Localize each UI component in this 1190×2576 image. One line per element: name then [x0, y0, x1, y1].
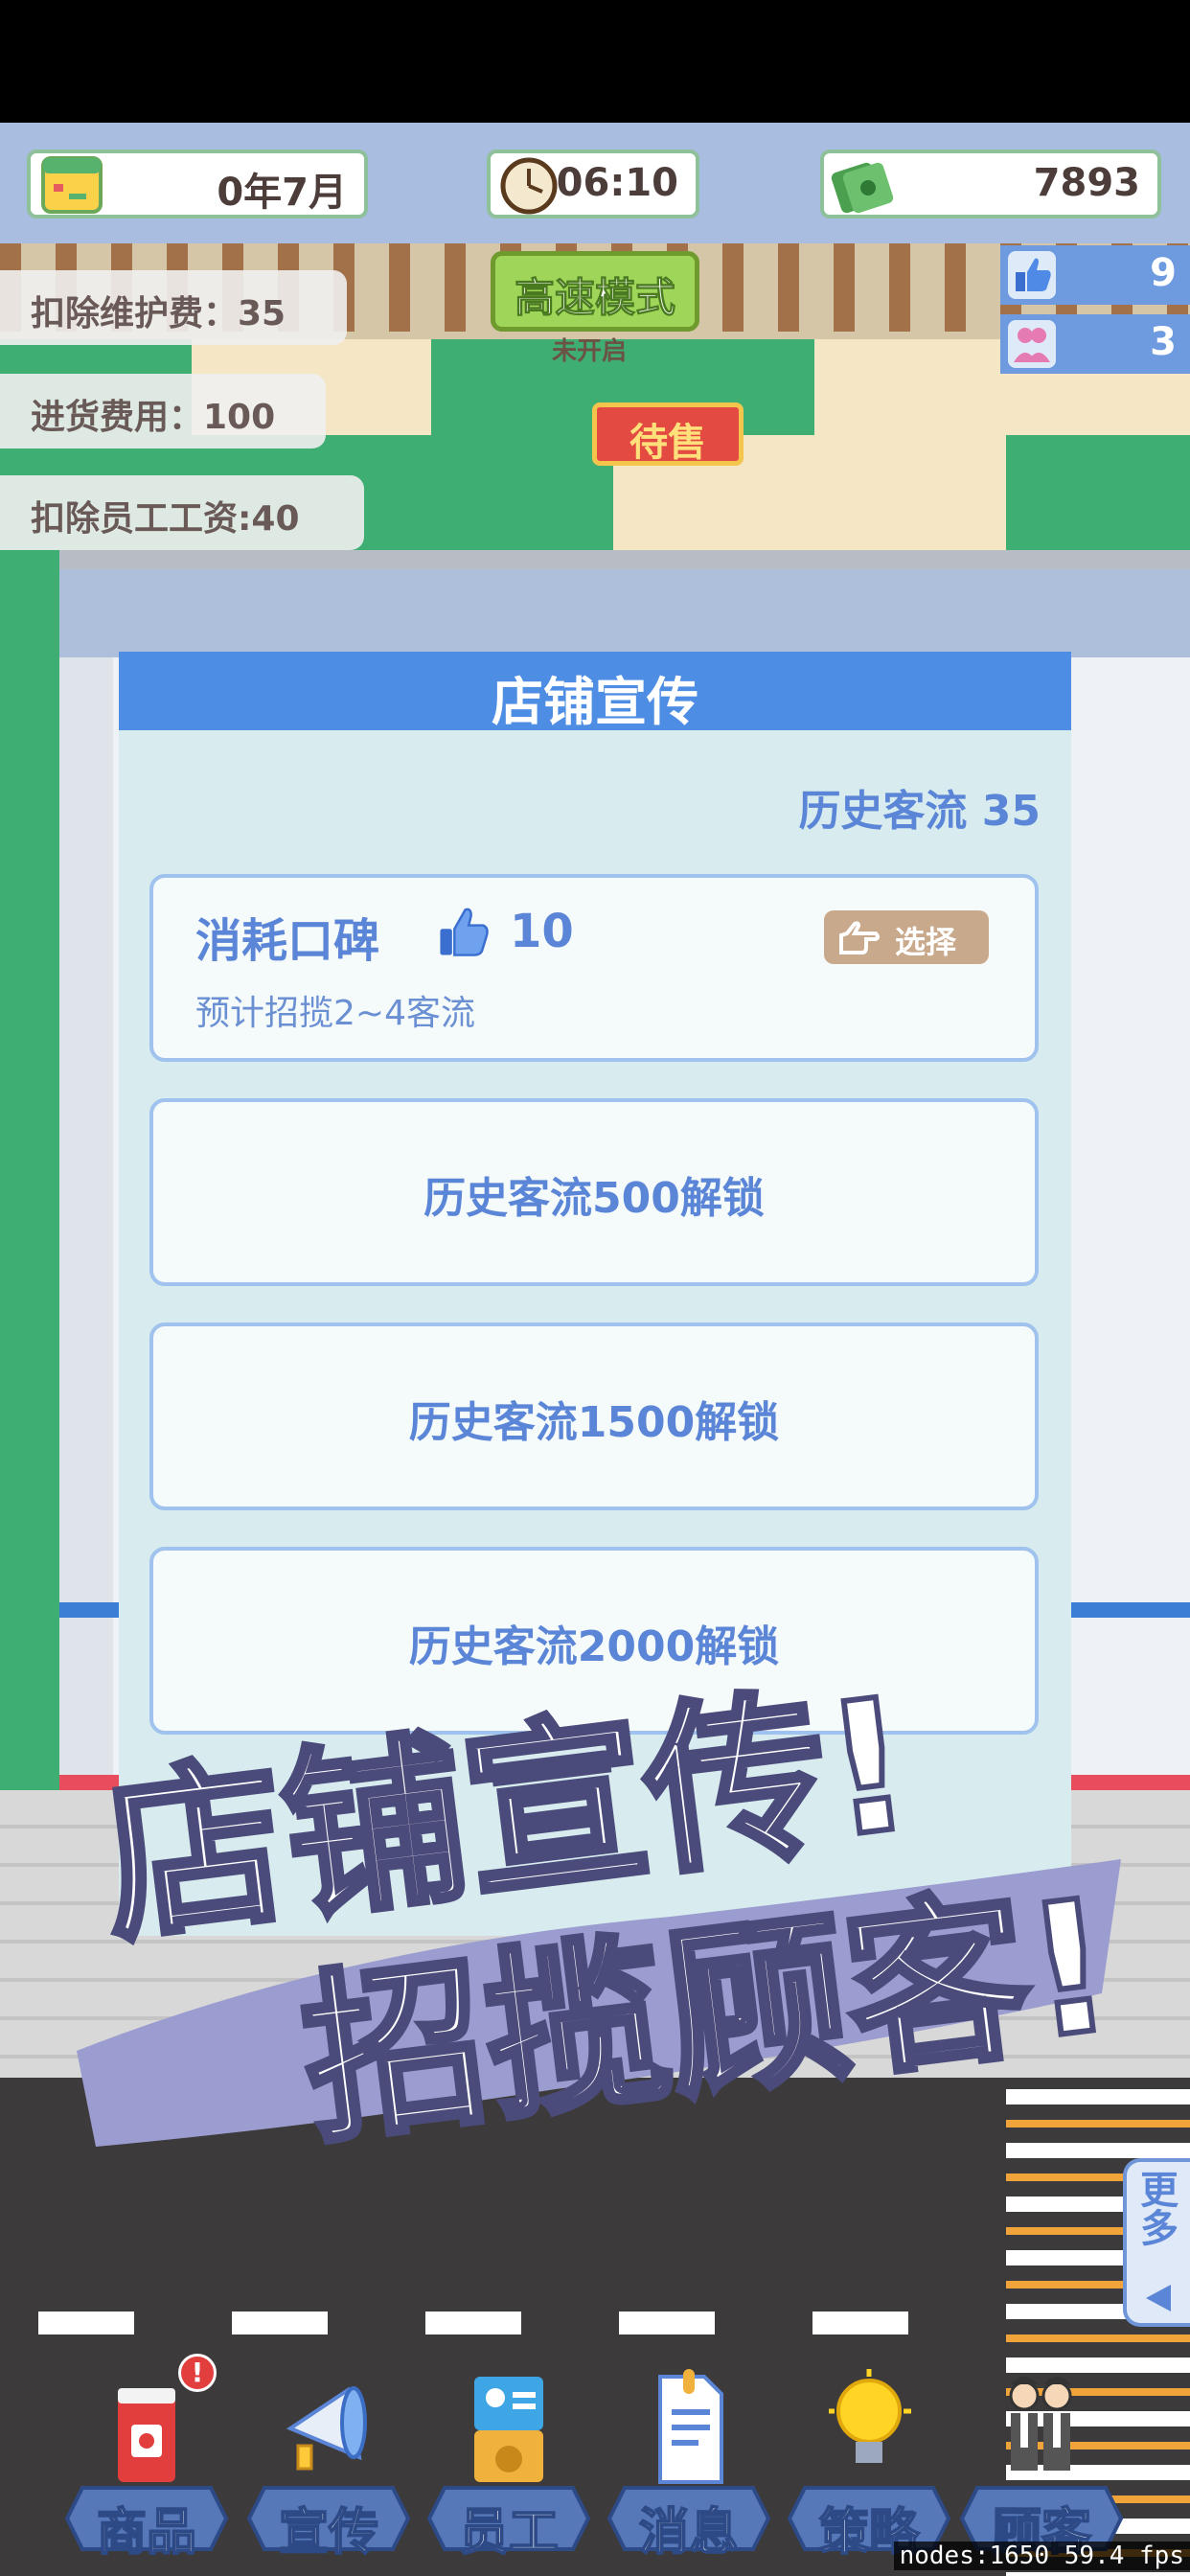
- notice-maintenance: 扣除维护费：35: [0, 270, 347, 345]
- locked-option-card: 历史客流1500解锁: [149, 1322, 1039, 1510]
- time-text: 06:10: [556, 161, 678, 205]
- nav-employees[interactable]: 员工: [427, 2367, 590, 2563]
- megaphone-icon: [286, 2386, 367, 2471]
- road-marking: [38, 2312, 134, 2334]
- locked-option-card: 历史客流500解锁: [149, 1098, 1039, 1286]
- notice-purchase: 进货费用：100: [0, 374, 326, 448]
- employee-card-icon: [474, 2377, 543, 2482]
- road-marking: [812, 2312, 908, 2334]
- money-text: 7893: [1033, 161, 1140, 205]
- speed-mode-button[interactable]: 高速模式: [491, 251, 699, 332]
- panel-header: 店铺宣传: [119, 652, 1071, 732]
- date-text: 0年7月: [217, 171, 347, 215]
- promotion-option-card[interactable]: 消耗口碑 10 预计招揽2~4客流 选择: [149, 874, 1039, 1062]
- debug-overlay: nodes:1650 59.4 fps: [893, 2542, 1190, 2570]
- nav-label-bg: 商品: [65, 2480, 228, 2563]
- customers-icon: [1009, 2377, 1072, 2471]
- document-icon: [658, 2369, 723, 2484]
- for-sale-sign[interactable]: 待售: [592, 402, 744, 466]
- road-marking: [425, 2312, 521, 2334]
- history-traffic: 历史客流 35: [798, 787, 1041, 836]
- speed-mode-status: 未开启: [552, 337, 628, 366]
- nav-label-bg: 员工: [427, 2480, 590, 2563]
- nav-customers[interactable]: 顾客: [960, 2367, 1123, 2563]
- nav-goods[interactable]: ! 商品: [65, 2354, 228, 2563]
- select-label: 选择: [895, 924, 957, 960]
- nav-strategy[interactable]: 策略: [788, 2367, 950, 2563]
- building-roof-edge: [59, 550, 1190, 569]
- speed-mode-label: 高速模式: [514, 274, 675, 322]
- panel-title: 店铺宣传: [492, 672, 698, 732]
- cash-icon: [831, 162, 894, 214]
- option-desc: 预计招揽2~4客流: [195, 994, 475, 1033]
- building-header: [59, 569, 1190, 657]
- clock-icon: [500, 157, 558, 215]
- select-button[interactable]: 选择: [824, 910, 989, 964]
- customer-counter: 3: [1000, 314, 1190, 374]
- option-title: 消耗口碑: [195, 914, 380, 968]
- option-cost: 10: [510, 905, 574, 958]
- more-label: 更多: [1133, 2170, 1178, 2246]
- nav-label-bg: 宣传: [247, 2480, 410, 2563]
- nav-messages[interactable]: 消息: [607, 2367, 770, 2563]
- nav-promotion[interactable]: 宣传: [247, 2367, 410, 2563]
- customers-icon: [1008, 320, 1056, 368]
- nav-label: 员工: [458, 2503, 560, 2563]
- calendar-icon: [41, 156, 103, 214]
- nav-label: 商品: [96, 2503, 197, 2563]
- money-display: 7893: [820, 150, 1161, 218]
- road-marking: [232, 2312, 328, 2334]
- notification-badge: !: [178, 2354, 217, 2392]
- reputation-counter: 9: [1000, 245, 1190, 305]
- lightbulb-icon: [829, 2369, 911, 2463]
- building-wall: [59, 569, 113, 1844]
- clock-display: 06:10: [487, 150, 699, 218]
- nav-label: 消息: [638, 2503, 740, 2563]
- pointing-hand-icon: [839, 921, 880, 954]
- thumbs-up-icon: [1008, 251, 1056, 299]
- more-button[interactable]: 更多: [1123, 2158, 1190, 2327]
- notice-salary: 扣除员工工资:40: [0, 475, 364, 550]
- date-display: 0年7月: [27, 150, 368, 218]
- road-marking: [619, 2312, 715, 2334]
- status-bar-area: [0, 0, 1190, 123]
- nav-label: 宣传: [278, 2503, 379, 2563]
- triangle-left-icon: [1146, 2285, 1171, 2312]
- nav-label-bg: 消息: [607, 2480, 770, 2563]
- thumbs-up-icon: [440, 908, 489, 956]
- paint-bucket-icon: [118, 2388, 175, 2482]
